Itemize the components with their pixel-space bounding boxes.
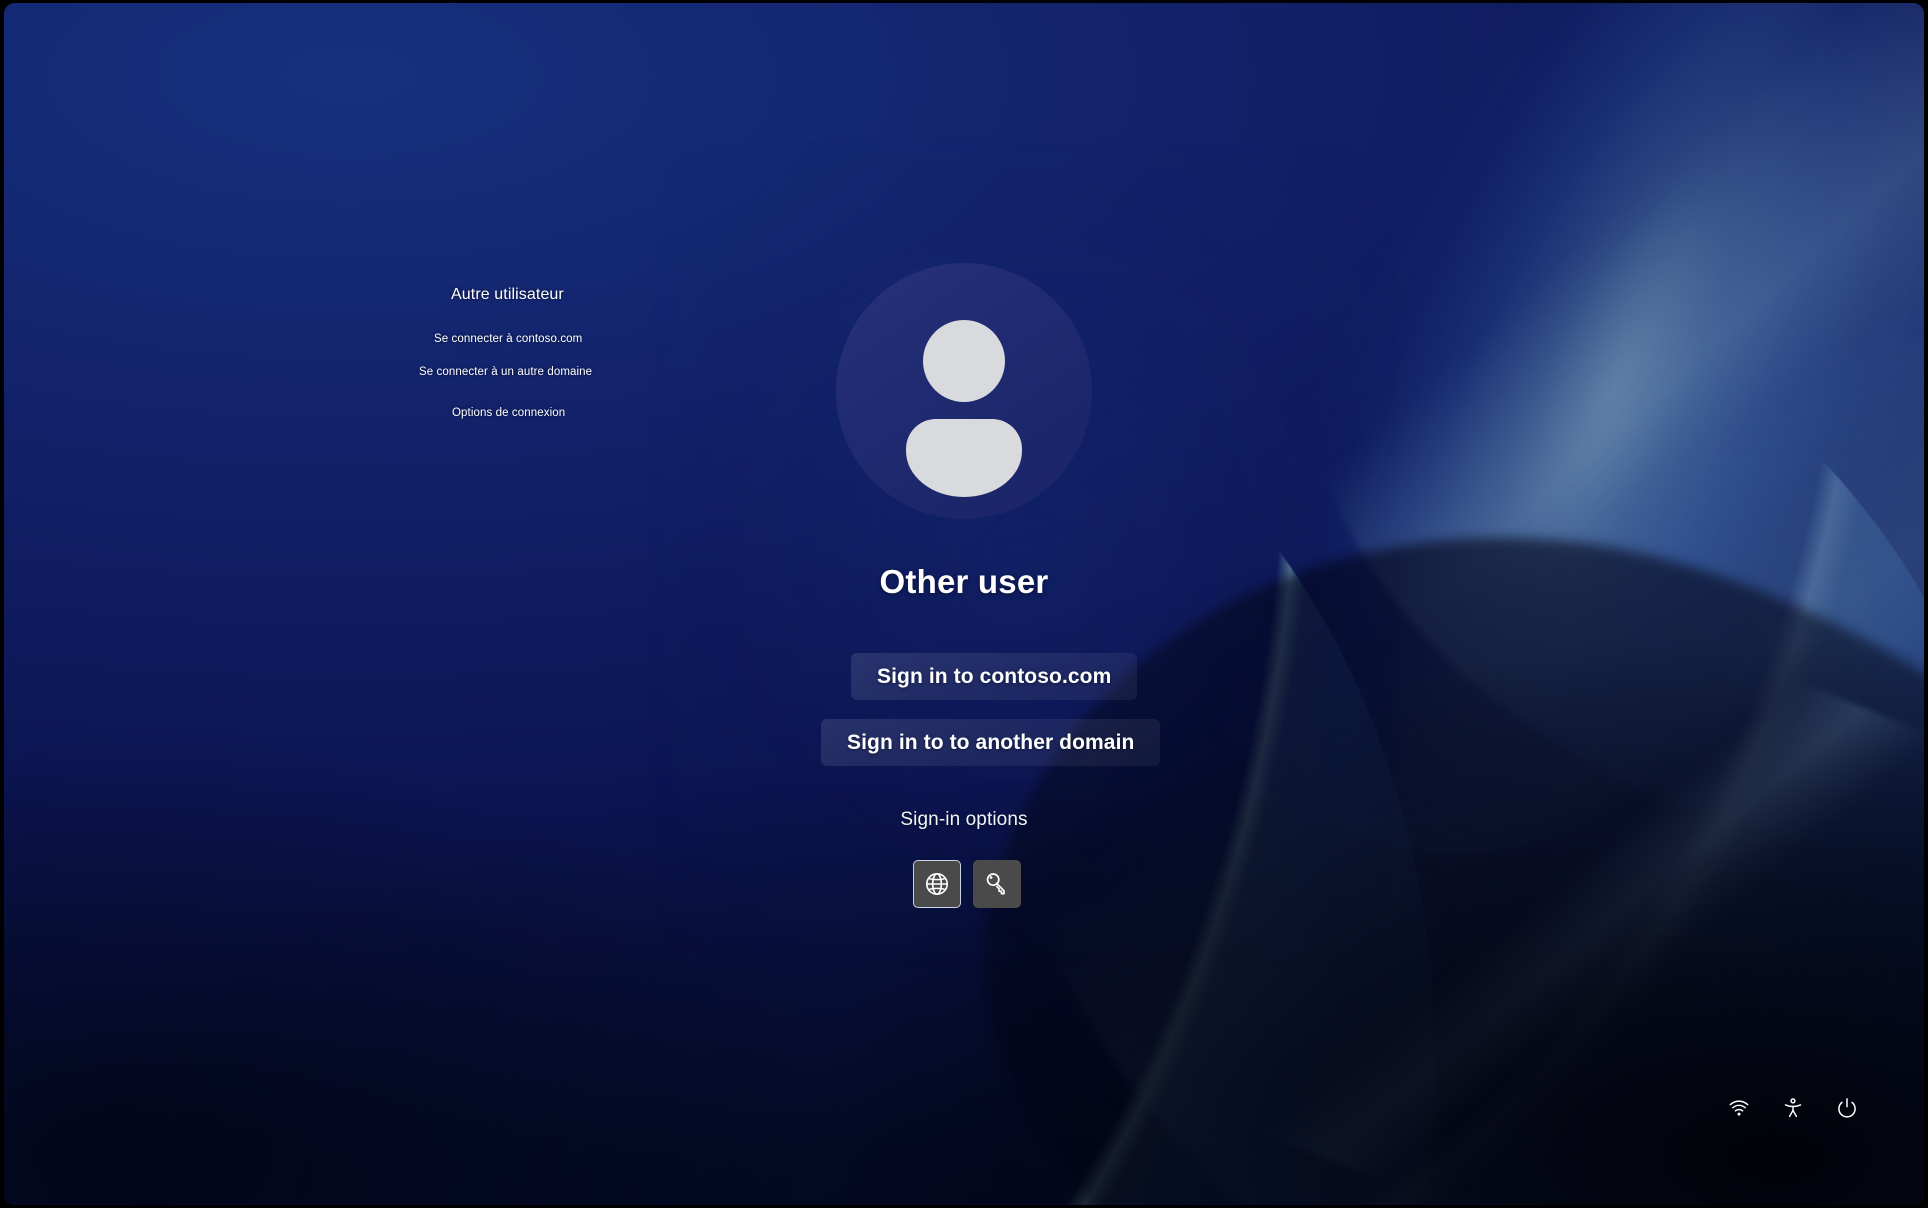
system-tray bbox=[1724, 1093, 1862, 1123]
sign-in-to-contoso-button[interactable]: Sign in to contoso.com bbox=[851, 653, 1138, 700]
sign-in-options-label: Sign-in options bbox=[900, 809, 1028, 830]
power-icon bbox=[1836, 1097, 1858, 1119]
accessibility-button[interactable] bbox=[1778, 1093, 1808, 1123]
avatar bbox=[836, 263, 1092, 519]
sign-in-option-key-button[interactable] bbox=[973, 860, 1021, 908]
page-title: Other user bbox=[879, 563, 1049, 600]
sign-in-options-icons bbox=[4, 860, 1924, 908]
sign-in-option-globe-button[interactable] bbox=[913, 860, 961, 908]
lock-screen: Other user Sign in to contoso.com Sign i… bbox=[4, 3, 1924, 1205]
screen-frame: Other user Sign in to contoso.com Sign i… bbox=[0, 0, 1928, 1208]
globe-icon bbox=[923, 870, 951, 898]
key-icon bbox=[983, 870, 1011, 898]
wifi-icon bbox=[1728, 1097, 1750, 1119]
sign-in-to-another-domain-button[interactable]: Sign in to to another domain bbox=[821, 719, 1161, 766]
power-button[interactable] bbox=[1832, 1093, 1862, 1123]
network-button[interactable] bbox=[1724, 1093, 1754, 1123]
accessibility-icon bbox=[1782, 1097, 1804, 1119]
sign-in-panel: Other user Sign in to contoso.com Sign i… bbox=[4, 3, 1924, 1205]
